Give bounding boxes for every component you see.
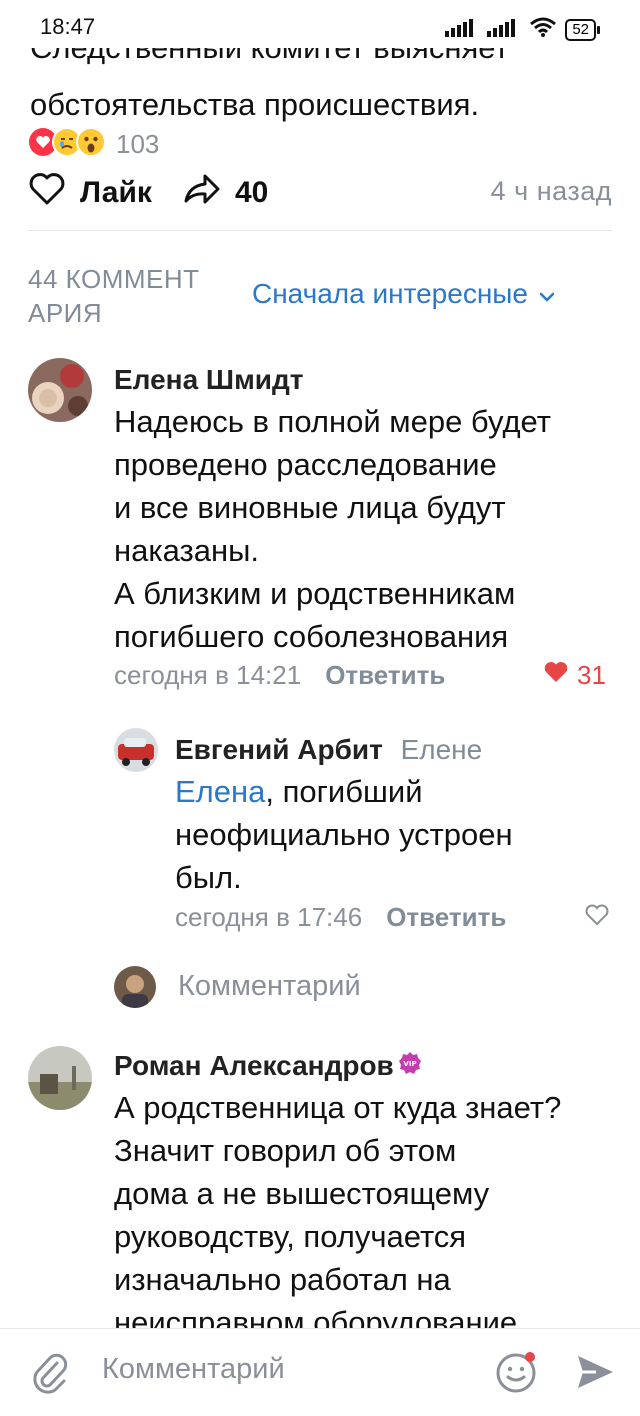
- vip-badge-icon: VIP: [398, 1050, 422, 1082]
- signal-icon: [445, 17, 479, 42]
- share-button[interactable]: 40: [183, 172, 268, 214]
- comment-text: Надеюсь в полной мере будет проведено ра…: [114, 400, 614, 658]
- comment-line: Надеюсь в полной мере будет: [114, 404, 551, 439]
- reactions-summary[interactable]: 103: [28, 126, 160, 162]
- post-text-line: обстоятельства происшествия.: [30, 87, 480, 122]
- comment-line: и все виновные лица будут: [114, 490, 506, 525]
- divider: [28, 230, 612, 231]
- inline-reply-placeholder: Комментарий: [178, 970, 361, 1002]
- status-icons: 52: [445, 16, 600, 43]
- signal-2-icon: [487, 17, 521, 42]
- comment-likes-count: 31: [577, 660, 606, 690]
- inline-reply-field[interactable]: Комментарий: [114, 964, 614, 1012]
- heart-filled-icon: [543, 660, 569, 691]
- comment-line: погибшего соболезнования: [114, 619, 509, 654]
- comment-like-button[interactable]: [584, 903, 610, 932]
- comment-line-rest: , погибший: [265, 774, 423, 809]
- comment-input[interactable]: Комментарий: [102, 1353, 285, 1386]
- post-actions: Лайк 40 4 ч назад: [28, 172, 612, 216]
- comment-text: А родственница от куда знает? Значит гов…: [114, 1086, 614, 1344]
- comment-line: неофициально устроен: [175, 817, 513, 852]
- comment-line: А родственница от куда знает?: [114, 1090, 562, 1125]
- wow-reaction-icon: [76, 126, 106, 162]
- avatar[interactable]: [114, 728, 158, 772]
- comment-meta: сегодня в 14:21 Ответить: [114, 660, 445, 691]
- share-arrow-icon: [183, 172, 221, 214]
- mention-link[interactable]: Елена: [175, 774, 265, 809]
- comment-author[interactable]: Роман Александров: [114, 1050, 394, 1082]
- reply-button[interactable]: Ответить: [325, 660, 445, 691]
- user-avatar-image: [114, 966, 156, 1008]
- comment-line: руководству, получается: [114, 1219, 467, 1254]
- sort-label: Сначала интересные: [252, 278, 528, 309]
- avatar[interactable]: [28, 358, 92, 422]
- heart-outline-icon: [28, 172, 66, 214]
- comment-like-button[interactable]: 31: [543, 660, 606, 691]
- svg-text:VIP: VIP: [403, 1060, 416, 1068]
- outdoor-avatar-image: [28, 1046, 92, 1110]
- comment-time: сегодня в 17:46: [175, 902, 363, 932]
- rose-avatar-image: [28, 358, 92, 422]
- car-avatar-image: [114, 728, 158, 772]
- paperclip-icon: [30, 1353, 70, 1399]
- attach-button[interactable]: [30, 1351, 70, 1400]
- chevron-down-icon: [538, 278, 556, 310]
- status-time: 18:47: [40, 14, 96, 39]
- current-user-avatar: [114, 966, 156, 1008]
- reactions-count: 103: [116, 128, 160, 159]
- reply-to[interactable]: Елене: [401, 734, 483, 765]
- smile-icon: [494, 1352, 540, 1399]
- emoji-button[interactable]: [494, 1349, 540, 1400]
- comment-time: сегодня в 14:21: [114, 660, 302, 690]
- comment-text: Елена, погибший неофициально устроен был…: [175, 770, 615, 899]
- comment-composer: Комментарий: [0, 1328, 640, 1416]
- comment-line: Елена, погибший: [175, 770, 615, 813]
- send-button[interactable]: [574, 1351, 616, 1398]
- post-time: 4 ч назад: [490, 176, 612, 206]
- comments-count: 44 КОММЕНТ АРИЯ: [28, 264, 200, 328]
- status-bar: 18:47 52: [0, 0, 640, 48]
- like-label: Лайк: [80, 176, 152, 209]
- comment-line: дома а не вышестоящему: [114, 1176, 490, 1211]
- comment-author-row: Роман Александров VIP: [114, 1050, 422, 1082]
- heart-outline-icon: [584, 904, 610, 931]
- comment-author[interactable]: Евгений Арбит: [175, 734, 383, 765]
- comment-line: проведено расследование: [114, 447, 497, 482]
- battery-level: 52: [565, 18, 596, 41]
- wifi-icon: [529, 16, 557, 43]
- comment-meta: сегодня в 17:46 Ответить: [175, 902, 506, 933]
- reply-button[interactable]: Ответить: [386, 902, 506, 933]
- comment-line: изначально работал на: [114, 1262, 451, 1297]
- comment-line: А близким и родственникам: [114, 576, 516, 611]
- comment-author[interactable]: Елена Шмидт: [114, 364, 303, 396]
- comment-line: Значит говорил об этом: [114, 1133, 457, 1168]
- comment-line: наказаны.: [114, 533, 259, 568]
- reply-header: Евгений Арбит Елене: [175, 734, 482, 766]
- comment-line: был.: [175, 860, 242, 895]
- sort-dropdown[interactable]: Сначала интересные: [252, 278, 556, 310]
- battery-icon: 52: [565, 18, 600, 41]
- like-button[interactable]: Лайк: [28, 172, 152, 214]
- send-icon: [574, 1356, 616, 1397]
- avatar[interactable]: [28, 1046, 92, 1110]
- shares-count: 40: [235, 176, 269, 209]
